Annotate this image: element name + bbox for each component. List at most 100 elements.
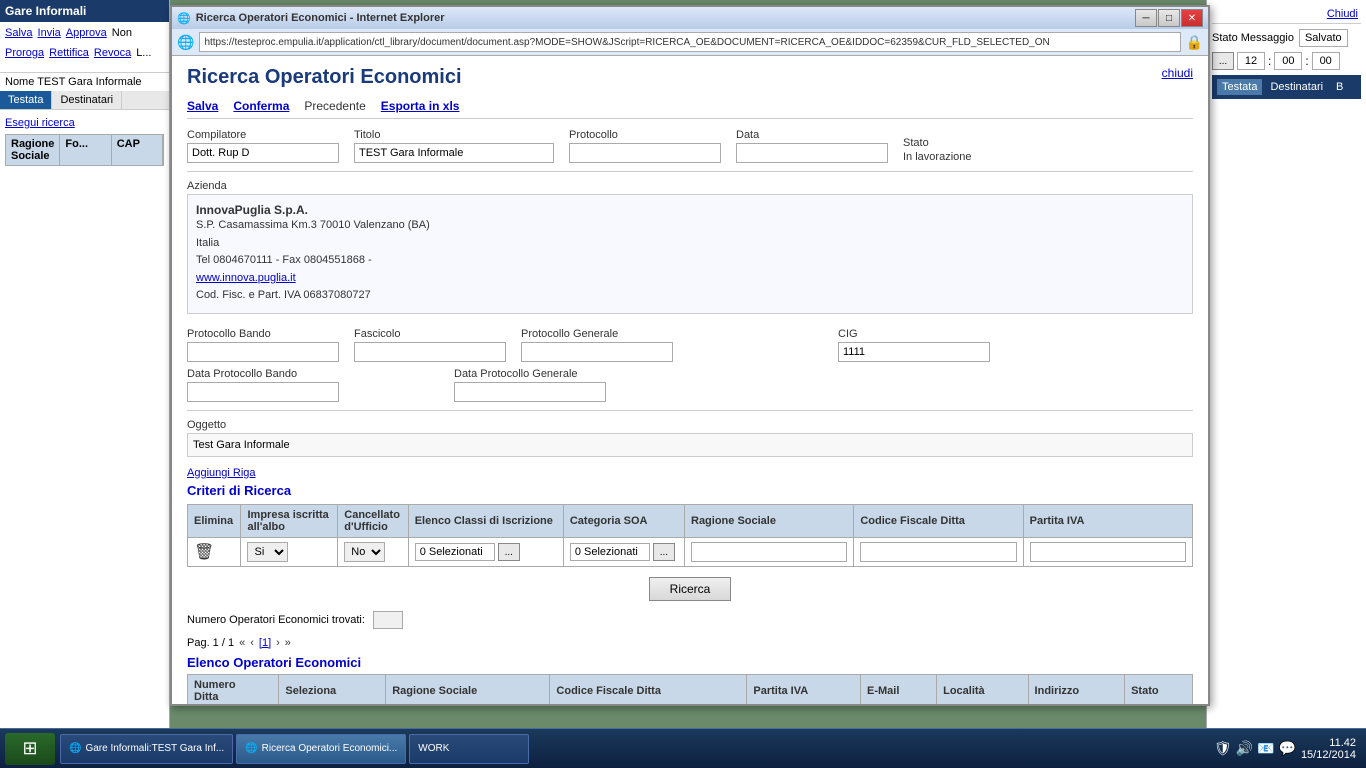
cig-field: CIG [838, 328, 990, 362]
nav-rettifica[interactable]: Rettifica [49, 47, 89, 59]
esegui-ricerca-link[interactable]: Esegui ricerca [5, 117, 75, 129]
tab-b-right[interactable]: B [1331, 79, 1348, 95]
azienda-label: Azienda [187, 180, 1193, 192]
protocollo-label: Protocollo [569, 129, 721, 141]
chiudi-link[interactable]: Chiudi [1327, 8, 1358, 20]
pagination: Pag. 1 / 1 « ‹ [1] › » [187, 637, 1193, 649]
cancellato-select[interactable]: No Si [344, 542, 385, 562]
ie-close-btn[interactable]: ✕ [1181, 9, 1203, 27]
delete-row-icon[interactable]: 🗑 [194, 544, 214, 561]
taskbar-item-ricerca-label: Ricerca Operatori Economici... [262, 743, 398, 754]
start-button[interactable]: ⊞ [5, 733, 55, 765]
ricerca-btn-container: Ricerca [187, 577, 1193, 601]
conferma-btn[interactable]: Conferma [233, 99, 289, 113]
numero-trovati-row: Numero Operatori Economici trovati: [187, 611, 1193, 629]
ragione-sociale-input[interactable] [691, 542, 847, 562]
taskbar-icon-ricerca: 🌐 [245, 743, 257, 754]
compilatore-input[interactable] [187, 143, 339, 163]
taskbar-icon-gare: 🌐 [69, 743, 81, 754]
ie-maximize-btn[interactable]: □ [1158, 9, 1180, 27]
ie-controls: ─ □ ✕ [1135, 9, 1203, 27]
td-elenco: 0 Selezionati ... [408, 537, 563, 566]
hour-input[interactable] [1237, 52, 1265, 70]
tab-testata[interactable]: Testata [0, 91, 52, 109]
tab-destinatari-right[interactable]: Destinatari [1265, 79, 1328, 95]
nav-revoca[interactable]: Revoca [94, 47, 131, 59]
taskbar-item-work[interactable]: WORK [409, 734, 529, 764]
elenco-th-localita: Località [937, 674, 1028, 704]
cig-input[interactable] [838, 342, 990, 362]
tray-icon4: 💬 [1279, 740, 1296, 757]
left-nav: Salva Invia Approva Non Proroga Rettific… [0, 22, 169, 72]
th-categoria: Categoria SOA [563, 504, 684, 537]
second-input[interactable] [1312, 52, 1340, 70]
precedente-btn[interactable]: Precedente [304, 99, 365, 113]
th-cancellato: Cancellatod'Ufficio [338, 504, 408, 537]
left-table-header: Ragione Sociale Fo... CAP [5, 134, 164, 166]
impresa-select[interactable]: Si No [247, 542, 288, 562]
elenco-classi-btn[interactable]: ... [498, 543, 520, 561]
tab-destinatari[interactable]: Destinatari [52, 91, 122, 109]
data-proto-generale-input[interactable] [454, 382, 606, 402]
pag-first[interactable]: « [239, 637, 245, 649]
left-th-fo: Fo... [60, 135, 111, 165]
ie-addr-icon: 🌐 [177, 34, 194, 51]
td-ragione [685, 537, 854, 566]
minute-input[interactable] [1274, 52, 1302, 70]
browse-btn[interactable]: ... [1212, 52, 1234, 70]
fascicolo-label: Fascicolo [354, 328, 506, 340]
taskbar-item-gare[interactable]: 🌐 Gare Informali:TEST Gara Inf... [60, 734, 233, 764]
ie-titlebar: 🌐 Ricerca Operatori Economici - Internet… [172, 7, 1208, 29]
ie-minimize-btn[interactable]: ─ [1135, 9, 1157, 27]
titolo-input[interactable] [354, 143, 554, 163]
esporta-btn[interactable]: Esporta in xls [381, 99, 460, 113]
nav-salva[interactable]: Salva [5, 27, 33, 39]
partita-iva-input[interactable] [1030, 542, 1186, 562]
ricerca-button[interactable]: Ricerca [649, 577, 732, 601]
aggiungi-riga-link[interactable]: Aggiungi Riga [187, 467, 1193, 479]
pag-next[interactable]: › [276, 637, 280, 649]
td-elimina: 🗑 [188, 537, 241, 566]
nav-proroga[interactable]: Proroga [5, 47, 44, 59]
th-codice: Codice Fiscale Ditta [854, 504, 1023, 537]
salva-btn[interactable]: Salva [187, 99, 218, 113]
protocollo-input[interactable] [569, 143, 721, 163]
fascicolo-input[interactable] [354, 342, 506, 362]
proto-generale-input[interactable] [521, 342, 673, 362]
ie-address-input[interactable] [199, 32, 1180, 52]
nav-approva[interactable]: Approva [66, 27, 107, 39]
chiudi-page-link[interactable]: chiudi [1162, 66, 1193, 80]
fascicolo-field: Fascicolo [354, 328, 506, 362]
clock-time: 11.42 [1301, 737, 1356, 749]
numero-trovati-value [373, 611, 403, 629]
elenco-th-partita: Partita IVA [747, 674, 861, 704]
left-logo: Gare Informali [5, 4, 86, 18]
elenco-th-ragione: Ragione Sociale [386, 674, 550, 704]
tab-testata-right[interactable]: Testata [1217, 79, 1262, 95]
data-proto-bando-label: Data Protocollo Bando [187, 368, 339, 380]
divider2 [187, 410, 1193, 411]
system-tray: 🛡 🔊 📧 💬 [1214, 740, 1296, 757]
nav-invia[interactable]: Invia [38, 27, 61, 39]
categoria-soa-btn[interactable]: ... [653, 543, 675, 561]
cig-label: CIG [838, 328, 990, 340]
pag-last[interactable]: » [285, 637, 291, 649]
nome-value: TEST Gara Informale [37, 76, 141, 88]
ie-addressbar: 🌐 🔒 [172, 29, 1208, 56]
pag-prev[interactable]: ‹ [250, 637, 254, 649]
proto-bando-input[interactable] [187, 342, 339, 362]
data-proto-bando-input[interactable] [187, 382, 339, 402]
codice-fiscale-input[interactable] [860, 542, 1016, 562]
ie-icon: 🌐 [177, 12, 191, 25]
page-header: Ricerca Operatori Economici chiudi [187, 66, 1193, 89]
tray-icon2: 🔊 [1236, 740, 1253, 757]
taskbar-item-ricerca[interactable]: 🌐 Ricerca Operatori Economici... [236, 734, 406, 764]
elenco-classi-value: 0 Selezionati [415, 543, 495, 561]
azienda-website-link[interactable]: www.innova.puglia.it [196, 272, 296, 284]
data-input[interactable] [736, 143, 888, 163]
nome-label: Nome [5, 76, 37, 88]
azienda-name: InnovaPuglia S.p.A. [196, 203, 1184, 217]
data-proto-generale-field: Data Protocollo Generale [454, 368, 606, 402]
pag-current[interactable]: [1] [259, 637, 271, 649]
right-panel: Chiudi Stato Messaggio Salvato ... : : T… [1206, 0, 1366, 728]
